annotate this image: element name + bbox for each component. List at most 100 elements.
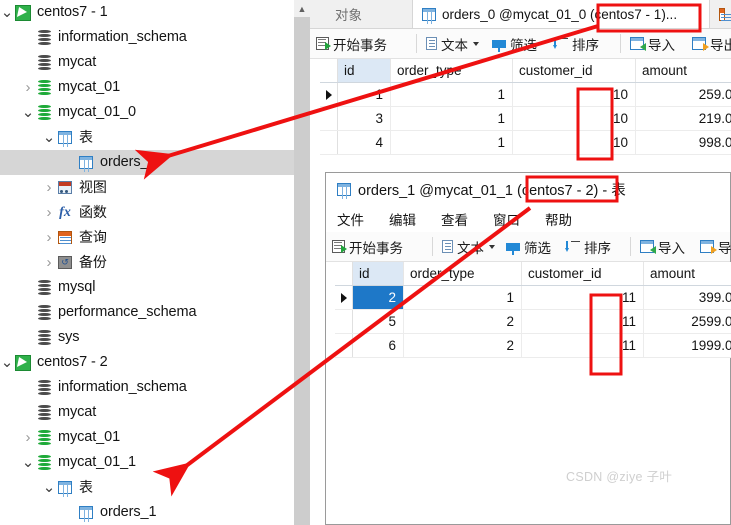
- menu-item-3[interactable]: 窗口: [493, 209, 520, 229]
- menu-item-2[interactable]: 查看: [441, 209, 468, 229]
- menu-item-4[interactable]: 帮助: [545, 209, 572, 229]
- win2-import-button[interactable]: 导入: [640, 232, 685, 261]
- scrollbar-thumb[interactable]: [294, 17, 310, 525]
- chevron-down-icon[interactable]: ⌄: [42, 125, 56, 150]
- grid-toolbar-main[interactable]: 开始事务 文本 筛选 排序 导入 导出: [310, 29, 731, 59]
- table-row[interactable]: 1110259.00: [320, 83, 731, 107]
- tree-item-sys[interactable]: sys: [0, 325, 294, 350]
- chevron-down-icon[interactable]: [489, 244, 495, 249]
- row-header[interactable]: [320, 131, 338, 154]
- tree-item-[interactable]: › fx 函数: [0, 200, 294, 225]
- menu-item-0[interactable]: 文件: [337, 209, 364, 229]
- tree-item-mycat_01[interactable]: › mycat_01: [0, 425, 294, 450]
- chevron-up-icon[interactable]: ▲: [294, 0, 310, 17]
- data-grid-orders-1[interactable]: idorder_typecustomer_idamount2111399.005…: [335, 262, 731, 358]
- tab-2[interactable]: [710, 0, 731, 28]
- win2-filter-button[interactable]: 筛选: [506, 232, 551, 261]
- table-row[interactable]: 3110219.00: [320, 107, 731, 131]
- chevron-down-icon[interactable]: [473, 41, 479, 46]
- column-header-amount[interactable]: amount: [644, 262, 731, 285]
- menu-item-1[interactable]: 编辑: [389, 209, 416, 229]
- tree-item-mycat[interactable]: mycat: [0, 50, 294, 75]
- cell-customer_id[interactable]: 11: [522, 310, 644, 333]
- cell-amount[interactable]: 1999.00: [644, 334, 731, 357]
- tree-vertical-scrollbar[interactable]: ▲: [294, 0, 310, 525]
- cell-id[interactable]: 6: [353, 334, 404, 357]
- cell-amount[interactable]: 219.00: [636, 107, 731, 130]
- tree-item-mysql[interactable]: mysql: [0, 275, 294, 300]
- cell-id[interactable]: 4: [338, 131, 391, 154]
- column-header-order_type[interactable]: order_type: [391, 59, 513, 82]
- column-header-order_type[interactable]: order_type: [404, 262, 522, 285]
- chevron-down-icon[interactable]: ⌄: [0, 0, 14, 25]
- table-row[interactable]: 2111399.00: [335, 286, 731, 310]
- cell-order_type[interactable]: 2: [404, 334, 522, 357]
- database-tree-panel[interactable]: ⌄ centos7 - 1 information_schema mycat › myca…: [0, 0, 294, 525]
- cell-customer_id[interactable]: 10: [513, 131, 636, 154]
- import-button[interactable]: 导入: [630, 29, 675, 58]
- cell-customer_id[interactable]: 10: [513, 83, 636, 106]
- tree-item-mycat_01_1[interactable]: ⌄ mycat_01_1: [0, 450, 294, 475]
- chevron-down-icon[interactable]: ⌄: [0, 350, 14, 375]
- cell-order_type[interactable]: 1: [391, 107, 513, 130]
- cell-order_type[interactable]: 1: [404, 286, 522, 309]
- tree-item-[interactable]: › 视图: [0, 175, 294, 200]
- cell-amount[interactable]: 998.00: [636, 131, 731, 154]
- current-row-indicator[interactable]: [335, 286, 353, 309]
- tab-0[interactable]: 对象: [326, 0, 398, 28]
- cell-amount[interactable]: 2599.00: [644, 310, 731, 333]
- table-row[interactable]: 62111999.00: [335, 334, 731, 358]
- cell-customer_id[interactable]: 11: [522, 286, 644, 309]
- tree-item-performance_schema[interactable]: performance_schema: [0, 300, 294, 325]
- chevron-down-icon[interactable]: ⌄: [21, 450, 35, 475]
- current-row-indicator[interactable]: [320, 83, 338, 106]
- chevron-right-icon[interactable]: ›: [42, 175, 56, 200]
- row-header[interactable]: [320, 107, 338, 130]
- cell-customer_id[interactable]: 11: [522, 334, 644, 357]
- win2-export-button[interactable]: 导出: [700, 232, 731, 261]
- tree-item-information_schema[interactable]: information_schema: [0, 25, 294, 50]
- begin-transaction-button[interactable]: 开始事务: [316, 29, 387, 58]
- chevron-right-icon[interactable]: ›: [21, 425, 35, 450]
- tree-item-[interactable]: › 查询: [0, 225, 294, 250]
- cell-id[interactable]: 1: [338, 83, 391, 106]
- column-header-customer_id[interactable]: customer_id: [513, 59, 636, 82]
- tree-item-mycat[interactable]: mycat: [0, 400, 294, 425]
- cell-order_type[interactable]: 2: [404, 310, 522, 333]
- tree-item-centos72[interactable]: ⌄ centos7 - 2: [0, 350, 294, 375]
- tree-item-information_schema[interactable]: information_schema: [0, 375, 294, 400]
- column-header-id[interactable]: id: [338, 59, 391, 82]
- table-row[interactable]: 52112599.00: [335, 310, 731, 334]
- column-header-customer_id[interactable]: customer_id: [522, 262, 644, 285]
- cell-order_type[interactable]: 1: [391, 83, 513, 106]
- tab-strip[interactable]: 对象 orders_0 @mycat_01_0 (centos7 - 1)...: [310, 0, 731, 29]
- win2-text-button[interactable]: 文本: [442, 232, 500, 261]
- win2-sort-button[interactable]: 排序: [565, 232, 611, 261]
- chevron-right-icon[interactable]: ›: [42, 200, 56, 225]
- tree-item-mycat_01_0[interactable]: ⌄ mycat_01_0: [0, 100, 294, 125]
- cell-amount[interactable]: 259.00: [636, 83, 731, 106]
- tree-item-orders_0[interactable]: orders_0: [0, 150, 294, 175]
- tree-item-orders_1[interactable]: orders_1: [0, 500, 294, 525]
- cell-id[interactable]: 5: [353, 310, 404, 333]
- tree-item-[interactable]: ⌄ 表: [0, 125, 294, 150]
- window2-toolbar[interactable]: 开始事务 文本 筛选 排序 导入 导出: [326, 232, 731, 262]
- table-row[interactable]: 4110998.00: [320, 131, 731, 155]
- cell-customer_id[interactable]: 10: [513, 107, 636, 130]
- cell-order_type[interactable]: 1: [391, 131, 513, 154]
- tab-1[interactable]: orders_0 @mycat_01_0 (centos7 - 1)...: [412, 0, 710, 28]
- column-header-amount[interactable]: amount: [636, 59, 731, 82]
- data-grid-orders-0[interactable]: idorder_typecustomer_idamount1110259.003…: [320, 59, 731, 155]
- win2-begin-transaction-button[interactable]: 开始事务: [332, 232, 403, 261]
- row-header[interactable]: [335, 334, 353, 357]
- filter-button[interactable]: 筛选: [492, 29, 537, 58]
- tree-item-centos71[interactable]: ⌄ centos7 - 1: [0, 0, 294, 25]
- column-header-id[interactable]: id: [353, 262, 404, 285]
- tree-item-[interactable]: › ↺ 备份: [0, 250, 294, 275]
- chevron-down-icon[interactable]: ⌄: [42, 475, 56, 500]
- tree-item-[interactable]: ⌄ 表: [0, 475, 294, 500]
- cell-id[interactable]: 3: [338, 107, 391, 130]
- text-button[interactable]: 文本: [426, 29, 484, 58]
- sort-button[interactable]: 排序: [553, 29, 599, 58]
- chevron-down-icon[interactable]: ⌄: [21, 100, 35, 125]
